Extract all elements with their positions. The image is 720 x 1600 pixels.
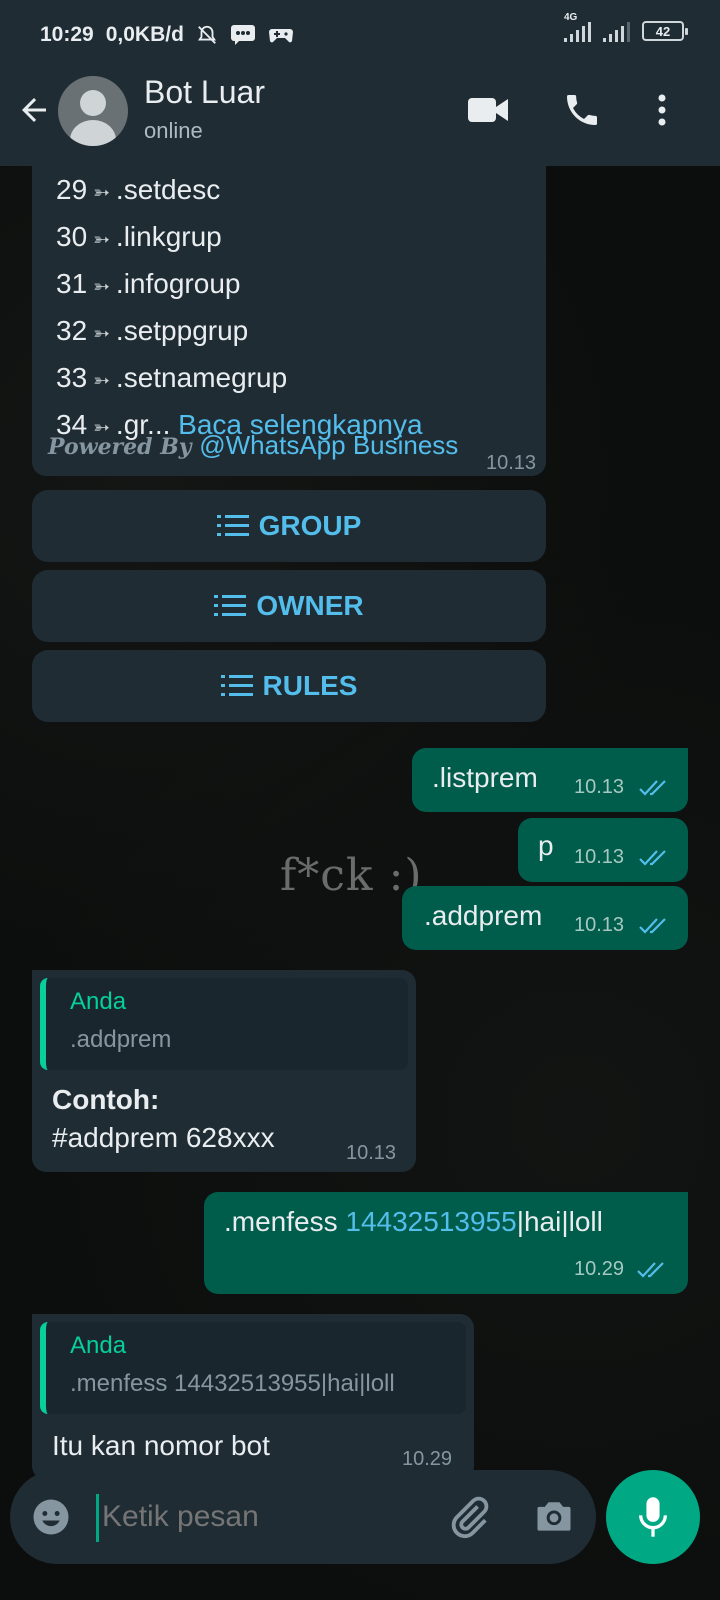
data-rate: 0,0KB/d: [105, 23, 184, 46]
double-check-icon: [639, 850, 666, 866]
owner-button-label: OWNER: [256, 590, 364, 621]
more-options-icon[interactable]: [650, 90, 674, 130]
quoted-author: Anda: [70, 988, 127, 1015]
message-time: 10.13: [346, 1142, 397, 1164]
status-bar: 10:29 0,0KB/d 4G 42: [0, 0, 720, 70]
double-check-icon: [637, 1262, 664, 1278]
double-check-icon: [639, 780, 666, 796]
voice-call-icon[interactable]: [562, 90, 602, 130]
message-time: 10.29: [402, 1448, 453, 1470]
avatar[interactable]: [58, 76, 128, 146]
signal-icon-2: [603, 20, 630, 42]
emoji-icon[interactable]: [30, 1496, 72, 1538]
message-time: 10.29: [574, 1258, 625, 1280]
back-arrow-icon[interactable]: [16, 92, 52, 128]
text-cursor: [96, 1494, 99, 1542]
quoted-message[interactable]: Anda .menfess 14432513955|hai|loll: [40, 1322, 466, 1414]
contact-status: online: [144, 118, 203, 143]
list-item: 32 ➳ .setppgrup: [56, 315, 249, 346]
chat-notification-icon: [230, 25, 255, 45]
incoming-message[interactable]: Anda .addprem Contoh: #addprem 628xxx 10…: [32, 970, 416, 1172]
menu-command-list: 29 ➳ .setdesc 30 ➳ .linkgrup 31 ➳ .infogroup 3…: [56, 168, 423, 450]
signal-icon: [564, 20, 591, 42]
contact-name[interactable]: Bot Luar: [144, 74, 265, 111]
outgoing-message[interactable]: .addprem 10.13: [402, 886, 688, 950]
message-time: 10.13: [486, 452, 537, 474]
message-time: 10.13: [574, 846, 625, 868]
quoted-message[interactable]: Anda .addprem: [40, 978, 408, 1070]
network-type: 4G: [564, 12, 578, 23]
owner-button[interactable]: OWNER: [32, 570, 546, 642]
message-time: 10.13: [574, 914, 625, 936]
game-controller-icon: [268, 29, 293, 43]
group-button-label: GROUP: [258, 510, 362, 541]
list-item: 33 ➳ .setnamegrup: [56, 362, 288, 393]
list-icon: [214, 595, 247, 616]
double-check-icon: [639, 918, 666, 934]
group-button[interactable]: GROUP: [32, 490, 546, 562]
powered-by-label: Powered By: [48, 434, 192, 460]
message-text: #addprem 628xxx: [52, 1122, 275, 1153]
video-call-icon[interactable]: [466, 94, 510, 126]
message-text: p: [538, 830, 554, 861]
bell-off-icon: [197, 25, 216, 44]
list-item: 31 ➳ .infogroup: [56, 268, 241, 299]
message-time: 10.13: [574, 776, 625, 798]
camera-icon[interactable]: [532, 1494, 576, 1538]
battery-level: 42: [655, 23, 671, 39]
microphone-icon: [639, 1497, 667, 1537]
outgoing-message[interactable]: .menfess 14432513955|hai|loll 10.29: [204, 1192, 688, 1294]
message-input[interactable]: [102, 1492, 432, 1542]
outgoing-message[interactable]: p 10.13: [518, 818, 688, 882]
list-item: 30 ➳ .linkgrup: [56, 221, 222, 252]
phone-number-link[interactable]: 14432513955: [345, 1206, 516, 1237]
message-text: .listprem: [432, 762, 538, 793]
clock: 10:29: [40, 23, 94, 46]
list-item: 29 ➳ .setdesc: [56, 174, 221, 205]
list-icon: [220, 675, 253, 696]
message-text: .addprem: [424, 900, 543, 931]
quoted-text: .menfess 14432513955|hai|loll: [70, 1370, 395, 1397]
list-icon: [216, 515, 249, 536]
rules-button[interactable]: RULES: [32, 650, 546, 722]
powered-by-handle[interactable]: @WhatsApp Business: [199, 430, 458, 460]
wallpaper-text: f*ck :): [280, 850, 423, 901]
message-text-bold: Contoh:: [52, 1084, 160, 1115]
message-text: Itu kan nomor bot: [52, 1430, 270, 1461]
powered-by-footer: Powered By @WhatsApp Business: [48, 430, 458, 461]
quoted-author: Anda: [70, 1332, 127, 1359]
attach-icon[interactable]: [446, 1494, 492, 1540]
message-input-bar: [10, 1470, 596, 1564]
battery-icon: 42: [642, 21, 688, 41]
rules-button-label: RULES: [262, 670, 358, 701]
voice-record-button[interactable]: [606, 1470, 700, 1564]
outgoing-message[interactable]: .listprem 10.13: [412, 748, 688, 812]
incoming-message[interactable]: Anda .menfess 14432513955|hai|loll Itu k…: [32, 1314, 474, 1480]
message-text: .menfess 14432513955|hai|loll: [224, 1206, 603, 1237]
quoted-text: .addprem: [70, 1026, 172, 1053]
